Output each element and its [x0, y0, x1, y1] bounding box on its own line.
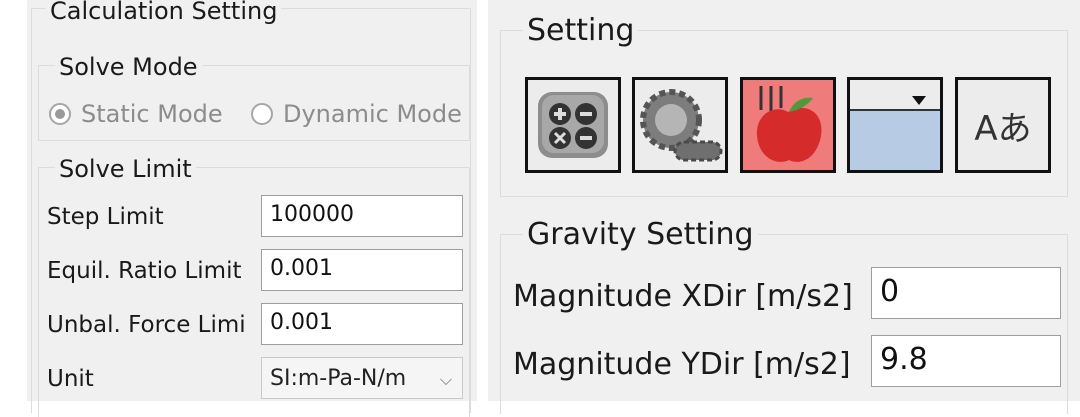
unbal-force-limit-label: Unbal. Force Limi	[47, 312, 246, 338]
calculator-button[interactable]	[525, 77, 621, 173]
magnitude-xdir-input[interactable]: 0	[871, 267, 1061, 319]
setting-group: Setting Aあ	[500, 13, 1068, 197]
equil-ratio-limit-label: Equil. Ratio Limit	[47, 258, 242, 284]
static-mode-radio[interactable]: Static Mode	[49, 100, 223, 128]
water-level-icon	[850, 96, 940, 170]
radio-selected-icon	[49, 103, 71, 125]
font-icon: Aあ	[974, 108, 1032, 149]
unit-select[interactable]: SI:m-Pa-N/m ⌵	[261, 357, 463, 399]
gravity-setting-title: Gravity Setting	[523, 217, 758, 252]
gravity-button[interactable]	[740, 77, 836, 173]
setting-panel: Setting Aあ Gravity Setting Magnitude XDi…	[488, 0, 1080, 414]
radio-unselected-icon	[251, 103, 273, 125]
magnitude-xdir-label: Magnitude XDir [m/s2]	[513, 279, 853, 314]
gravity-setting-group: Gravity Setting Magnitude XDir [m/s2] 0 …	[500, 217, 1068, 414]
step-limit-input[interactable]: 100000	[261, 195, 463, 237]
calculation-setting-title: Calculation Setting	[46, 0, 282, 25]
chevron-down-icon: ⌵	[439, 370, 452, 389]
equil-ratio-limit-input[interactable]: 0.001	[261, 249, 463, 291]
unbal-force-limit-input[interactable]: 0.001	[261, 303, 463, 345]
water-level-button[interactable]	[847, 77, 943, 173]
unit-select-value: SI:m-Pa-N/m	[270, 366, 407, 391]
calculation-panel: Calculation Setting Solve Mode Static Mo…	[27, 0, 477, 417]
font-button[interactable]: Aあ	[955, 77, 1051, 173]
calculator-icon	[538, 92, 608, 158]
gear-icon	[640, 89, 723, 162]
calculation-setting-group: Calculation Setting Solve Mode Static Mo…	[31, 0, 471, 417]
setting-title: Setting	[523, 13, 639, 48]
gear-button[interactable]	[632, 77, 728, 173]
solve-mode-title: Solve Mode	[55, 53, 202, 81]
solve-limit-title: Solve Limit	[55, 155, 196, 183]
static-mode-label: Static Mode	[81, 100, 223, 128]
magnitude-ydir-label: Magnitude YDir [m/s2]	[513, 347, 851, 382]
dynamic-mode-label: Dynamic Mode	[283, 100, 462, 128]
solve-mode-group: Solve Mode Static Mode Dynamic Mode	[38, 53, 470, 141]
magnitude-ydir-input[interactable]: 9.8	[871, 335, 1061, 387]
solve-limit-group: Solve Limit Step Limit 100000 Equil. Rat…	[38, 155, 470, 417]
dynamic-mode-radio[interactable]: Dynamic Mode	[251, 100, 462, 128]
step-limit-label: Step Limit	[47, 204, 164, 230]
apple-gravity-icon	[756, 86, 822, 162]
unit-label: Unit	[47, 366, 94, 392]
